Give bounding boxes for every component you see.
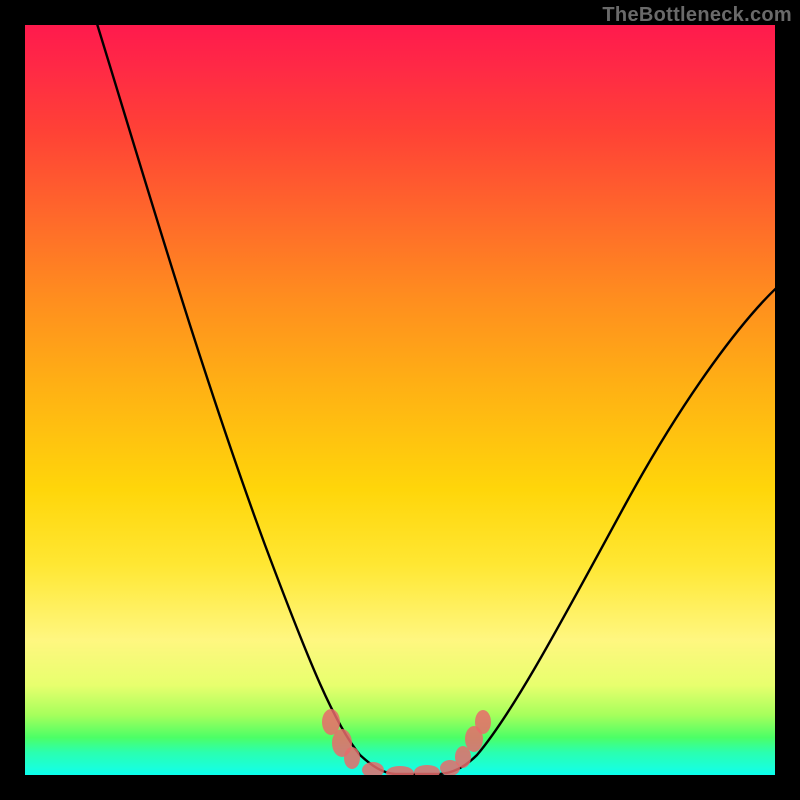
curve-layer	[25, 25, 775, 775]
bottleneck-curve	[85, 25, 775, 774]
chart-frame: TheBottleneck.com	[0, 0, 800, 800]
plot-area	[25, 25, 775, 775]
watermark-text: TheBottleneck.com	[602, 4, 792, 27]
highlight-dots	[322, 709, 491, 775]
